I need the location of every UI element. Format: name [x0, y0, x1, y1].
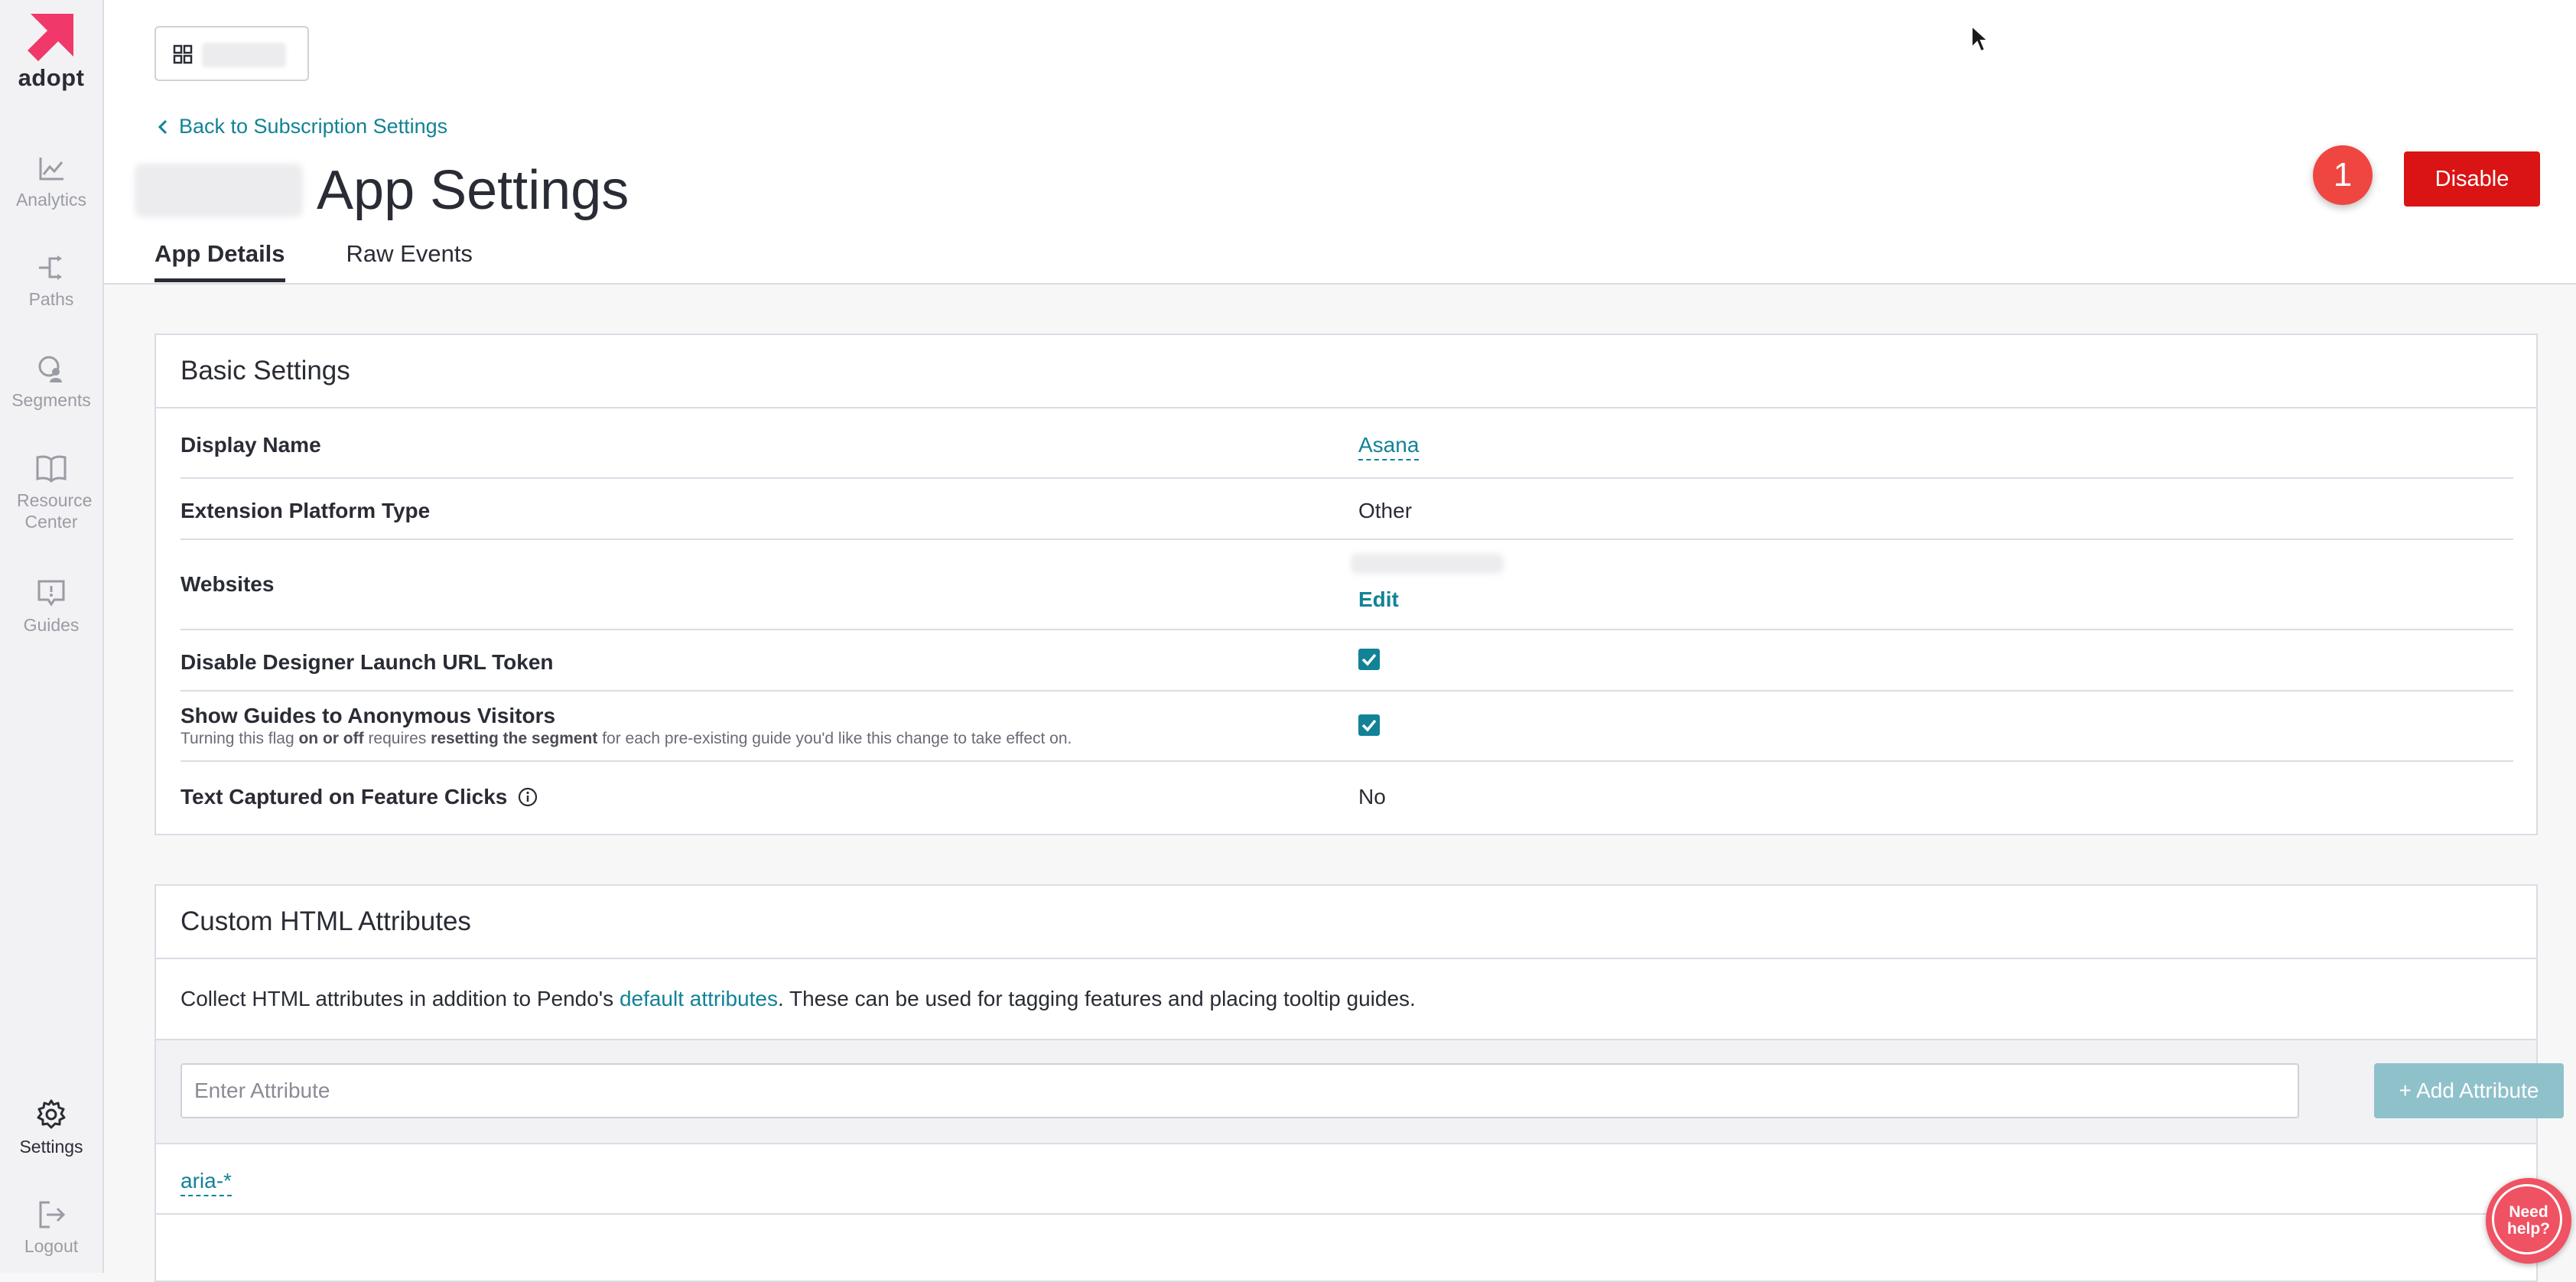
- back-link-label: Back to Subscription Settings: [179, 115, 448, 138]
- custom-attributes-card: Custom HTML Attributes Collect HTML attr…: [154, 884, 2564, 1282]
- sidebar-item-analytics[interactable]: Analytics: [0, 153, 102, 210]
- back-link[interactable]: Back to Subscription Settings: [158, 115, 447, 138]
- book-icon: [36, 455, 67, 483]
- attribute-list-item[interactable]: aria-*: [181, 1169, 232, 1196]
- page-header: Back to Subscription Settings App Settin…: [104, 0, 2576, 285]
- mouse-cursor-icon: [1971, 24, 1990, 53]
- text-captured-value: No: [1358, 785, 1386, 809]
- checkmark-icon: [1361, 653, 1377, 666]
- need-help-button[interactable]: Need help?: [2486, 1178, 2571, 1264]
- card-title: Custom HTML Attributes: [156, 886, 2536, 959]
- segments-icon: [38, 356, 62, 382]
- setting-label: Websites: [181, 572, 275, 596]
- basic-settings-card: Basic Settings Display Name Asana Extens…: [154, 334, 2538, 835]
- setting-description: Turning this flag on or off requires res…: [181, 730, 1072, 747]
- attribute-link[interactable]: aria-*: [181, 1169, 232, 1196]
- sidebar-item-label: Settings: [19, 1137, 83, 1157]
- app-logo-redacted: [135, 164, 303, 217]
- display-name-link[interactable]: Asana: [1358, 433, 1420, 460]
- logout-icon: [39, 1201, 66, 1228]
- checkmark-icon: [1361, 719, 1377, 732]
- default-attributes-link[interactable]: default attributes: [620, 987, 778, 1010]
- main-content: Back to Subscription Settings App Settin…: [104, 0, 2576, 1282]
- divider: [156, 1213, 2536, 1215]
- sidebar-item-label: Analytics: [15, 190, 87, 210]
- paths-icon: [39, 255, 62, 280]
- anonymous-visitors-checkbox[interactable]: [1358, 714, 1380, 736]
- tab-raw-events[interactable]: Raw Events: [346, 240, 473, 282]
- chart-line-icon: [39, 158, 63, 181]
- card-title: Basic Settings: [156, 335, 2536, 408]
- sidebar-item-segments[interactable]: Segments: [0, 353, 102, 411]
- tab-bar: App Details Raw Events: [154, 240, 473, 282]
- sidebar-item-label: Paths: [28, 289, 74, 309]
- custom-attributes-description: Collect HTML attributes in addition to P…: [181, 987, 1416, 1010]
- page-title: App Settings: [317, 160, 629, 221]
- gear-icon: [37, 1099, 66, 1129]
- setting-row-text-captured: Text Captured on Feature Clicks No: [181, 762, 2513, 831]
- setting-label: Display Name: [181, 433, 321, 457]
- sidebar-item-label: Guides: [23, 615, 80, 635]
- setting-label: Disable Designer Launch URL Token: [181, 650, 554, 674]
- app-name-redacted: [202, 43, 286, 67]
- setting-row-designer-token: Disable Designer Launch URL Token: [181, 630, 2513, 691]
- display-name-value[interactable]: Asana: [1358, 433, 1420, 460]
- step-badge: 1: [2313, 145, 2373, 205]
- setting-row-websites: Websites Edit: [181, 540, 2513, 630]
- title-row: App Settings: [135, 159, 629, 222]
- info-icon[interactable]: [518, 787, 538, 807]
- tab-app-details[interactable]: App Details: [154, 240, 285, 282]
- setting-row-anonymous-visitors: Show Guides to Anonymous Visitors Turnin…: [181, 691, 2513, 762]
- logo-mark-icon: [28, 14, 73, 61]
- websites-redacted: [1351, 554, 1504, 574]
- add-attribute-bar: + Add Attribute: [156, 1039, 2564, 1144]
- sidebar-item-guides[interactable]: Guides: [0, 578, 102, 636]
- designer-token-checkbox[interactable]: [1358, 649, 1380, 670]
- sidebar-item-label: Segments: [11, 390, 91, 410]
- sidebar-item-resource-center[interactable]: Resource Center: [0, 453, 102, 532]
- guides-icon: [37, 580, 65, 607]
- sidebar-item-settings[interactable]: Settings: [0, 1098, 102, 1157]
- sidebar-item-label: Resource Center: [17, 490, 93, 532]
- setting-row-platform: Extension Platform Type Other: [181, 479, 2513, 540]
- adopt-logo[interactable]: adopt: [0, 11, 102, 92]
- add-attribute-button[interactable]: + Add Attribute: [2374, 1063, 2564, 1118]
- sidebar-item-label: Logout: [24, 1236, 79, 1256]
- app-switcher-button[interactable]: [154, 26, 309, 81]
- sidebar-item-logout[interactable]: Logout: [0, 1199, 102, 1257]
- platform-value: Other: [1358, 499, 1413, 522]
- disable-button[interactable]: Disable: [2404, 151, 2540, 207]
- websites-edit-link[interactable]: Edit: [1358, 587, 1399, 612]
- setting-label: Text Captured on Feature Clicks: [181, 785, 508, 809]
- setting-label: Show Guides to Anonymous Visitors: [181, 704, 556, 727]
- logo-text: adopt: [18, 64, 85, 91]
- chevron-left-icon: [158, 119, 168, 134]
- sidebar-item-paths[interactable]: Paths: [0, 252, 102, 310]
- grid-icon: [173, 44, 193, 64]
- attribute-input[interactable]: [181, 1063, 2299, 1118]
- setting-label-with-info: Text Captured on Feature Clicks: [181, 785, 538, 809]
- setting-row-display-name: Display Name Asana: [181, 407, 2513, 479]
- setting-label: Extension Platform Type: [181, 499, 431, 522]
- sidebar: adopt Analytics Paths Segments Resource …: [0, 0, 104, 1273]
- help-ring: [2492, 1184, 2562, 1254]
